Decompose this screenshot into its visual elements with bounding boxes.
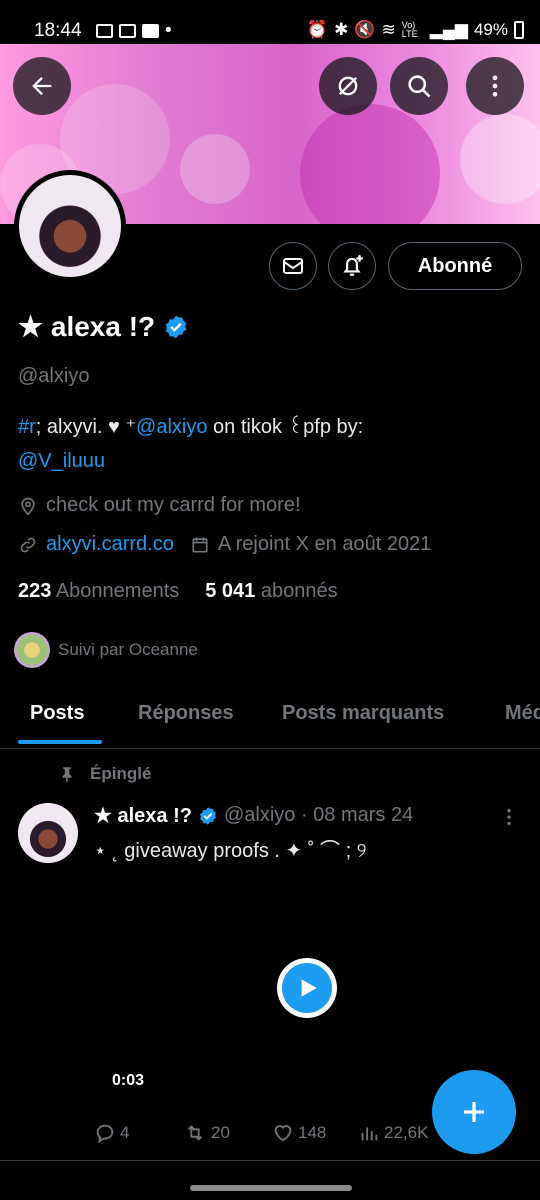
followed-by[interactable]: Suivi par Oceanne xyxy=(14,632,198,668)
banner-shape xyxy=(300,104,440,224)
profile-link[interactable]: alxyvi.carrd.co xyxy=(46,533,174,556)
repost-count: 20 xyxy=(211,1123,230,1142)
divider xyxy=(0,1160,540,1161)
bio-text: ; alxyvi. ♥ ⁺ xyxy=(35,416,137,438)
tab-media[interactable]: Méd xyxy=(505,702,540,725)
play-button-inner xyxy=(282,963,332,1013)
hide-icon xyxy=(338,76,358,96)
post-more-button[interactable] xyxy=(498,804,520,836)
system-icons: ⏰ ✱ 🔇 ≋ Vo) LTE ▂▄▆ 49% xyxy=(307,20,524,40)
followed-by-text: Suivi par Oceanne xyxy=(58,640,198,659)
notification-icons: • xyxy=(96,20,172,42)
tab-posts[interactable]: Posts xyxy=(30,702,84,725)
message-button[interactable] xyxy=(269,242,317,290)
mail-icon xyxy=(283,258,303,274)
pinned-text: Épinglé xyxy=(90,764,152,783)
hide-button[interactable] xyxy=(319,57,377,115)
location-text: check out my carrd for more! xyxy=(46,494,301,516)
compose-button[interactable] xyxy=(432,1070,516,1154)
like-button[interactable]: 148 xyxy=(272,1122,326,1144)
video-duration: 0:03 xyxy=(112,1072,145,1089)
views-button[interactable]: 22,6K xyxy=(358,1122,428,1144)
post-author[interactable]: ★ alexa !? xyxy=(94,803,192,828)
more-button[interactable] xyxy=(466,57,524,115)
follow-counts: 223 Abonnements 5 041 abonnés xyxy=(18,580,338,603)
tab-replies[interactable]: Réponses xyxy=(138,702,234,725)
bell-plus-icon xyxy=(343,255,363,276)
profile-handle: @alxiyo xyxy=(18,365,90,387)
views-icon xyxy=(361,1127,378,1141)
more-vertical-icon xyxy=(507,808,511,826)
avatar-image xyxy=(19,175,121,277)
profile-name: ★ alexa !? xyxy=(18,311,156,342)
location-icon xyxy=(21,497,35,516)
signal-icon: ▂▄▆ xyxy=(429,20,468,39)
play-button[interactable] xyxy=(277,958,337,1018)
tab-highlights[interactable]: Posts marquants xyxy=(282,702,444,725)
search-icon xyxy=(408,75,431,98)
notify-button[interactable] xyxy=(328,242,376,290)
lte-label: Vo) LTE xyxy=(401,20,418,39)
gallery-icon xyxy=(96,24,113,38)
profile-avatar[interactable] xyxy=(14,170,126,282)
like-count: 148 xyxy=(298,1123,327,1142)
bio-hashtag[interactable]: #r xyxy=(18,416,36,438)
joined-date: A rejoint X en août 2021 xyxy=(217,533,432,555)
follower-avatar xyxy=(14,632,50,668)
pin-icon xyxy=(62,767,72,783)
reply-button[interactable]: 4 xyxy=(94,1122,129,1144)
following-label: Abonnements xyxy=(55,580,180,602)
battery-icon xyxy=(514,21,524,39)
followers-link[interactable]: 5 041 abonnés xyxy=(205,580,337,603)
following-button[interactable]: Abonné xyxy=(388,242,522,290)
active-tab-indicator xyxy=(18,740,102,744)
profile-name-row: ★ alexa !? xyxy=(18,310,189,343)
post-meta: @alxiyo · 08 mars 24 xyxy=(223,804,414,826)
post-header: ★ alexa !? @alxiyo · 08 mars 24 xyxy=(94,803,413,828)
youtube-icon xyxy=(142,24,159,38)
reply-count: 4 xyxy=(120,1123,130,1142)
mute-icon: 🔇 xyxy=(354,20,376,39)
followers-count: 5 041 xyxy=(205,580,256,602)
post-text: ⋆ ˛ giveaway proofs . ✦ ˚ ⌒ ; ୨ xyxy=(94,840,367,862)
repost-button[interactable]: 20 xyxy=(183,1122,230,1144)
profile-location: check out my carrd for more! xyxy=(18,494,301,517)
views-count: 22,6K xyxy=(384,1123,429,1142)
profile-bio: #r; alxyvi. ♥ ⁺@alxiyo on tikok ꒰pfp by:… xyxy=(18,410,518,478)
following-link[interactable]: 223 Abonnements xyxy=(18,580,179,603)
banner-shape xyxy=(460,114,540,204)
play-icon xyxy=(301,979,317,997)
battery-text: 49% xyxy=(473,20,508,39)
status-time: 18:44 xyxy=(34,20,82,41)
verified-icon xyxy=(165,315,187,338)
more-vertical-icon xyxy=(492,75,498,97)
followers-label: abonnés xyxy=(260,580,338,602)
alarm-icon: ⏰ xyxy=(306,20,329,39)
pinned-label: Épinglé xyxy=(58,764,151,784)
like-icon xyxy=(274,1125,292,1142)
notification-dot: • xyxy=(165,20,172,41)
bio-text-2: on tikok ꒰pfp by: xyxy=(207,416,364,438)
following-count: 223 xyxy=(18,580,52,602)
bio-mention-2[interactable]: @V_iluuu xyxy=(18,450,105,472)
bluetooth-icon: ✱ xyxy=(334,20,349,39)
plus-icon xyxy=(464,1102,484,1122)
banner-shape xyxy=(180,134,250,204)
profile-meta-row: alxyvi.carrd.co A rejoint X en août 2021 xyxy=(18,533,431,556)
repost-icon xyxy=(187,1125,203,1141)
back-button[interactable] xyxy=(13,57,71,115)
calendar-notif-icon xyxy=(119,24,136,38)
search-button[interactable] xyxy=(390,57,448,115)
post-avatar[interactable] xyxy=(18,803,78,863)
gesture-bar[interactable] xyxy=(190,1185,352,1191)
back-arrow-icon xyxy=(32,77,52,95)
bio-mention[interactable]: @alxiyo xyxy=(136,416,207,438)
wifi-icon: ≋ xyxy=(381,20,396,39)
verified-icon xyxy=(200,806,216,825)
calendar-icon xyxy=(192,537,208,552)
reply-icon xyxy=(96,1124,114,1144)
status-bar: 18:44 • ⏰ ✱ 🔇 ≋ Vo) LTE ▂▄▆ 49% xyxy=(0,0,540,44)
link-icon xyxy=(20,537,36,552)
